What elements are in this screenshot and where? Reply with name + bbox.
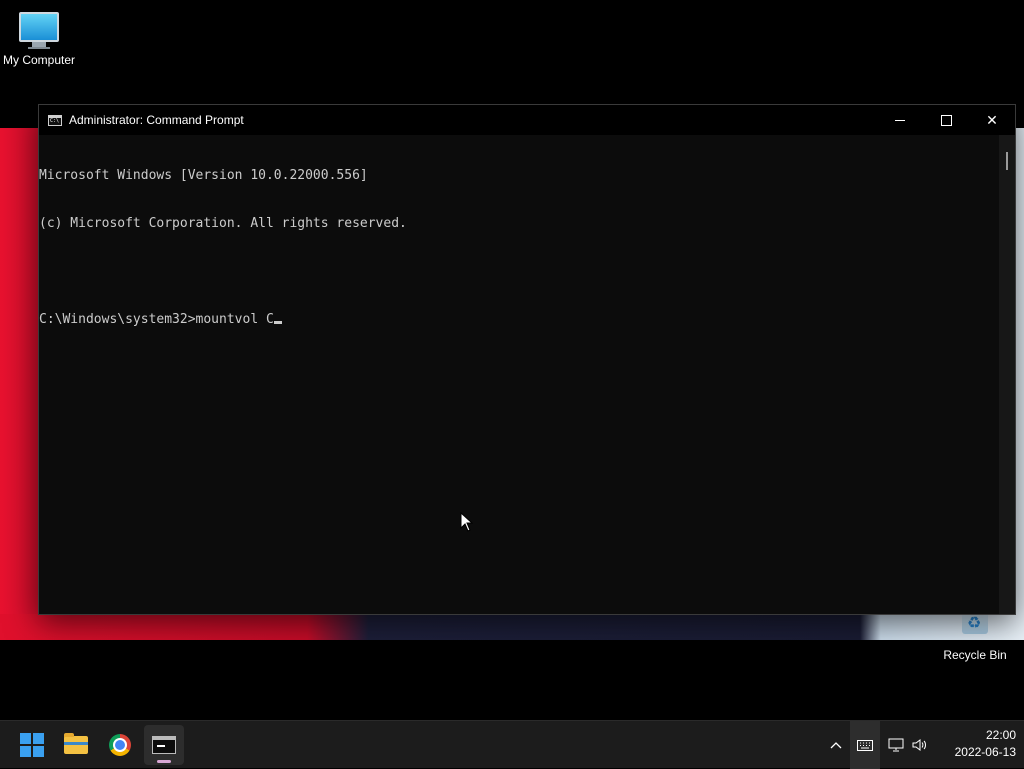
wallpaper-strip xyxy=(0,614,1024,640)
clock-date: 2022-06-13 xyxy=(954,745,1016,759)
cmd-icon xyxy=(152,736,176,754)
taskbar: 22:00 2022-06-13 xyxy=(0,720,1024,769)
desktop-icon-label: Recycle Bin xyxy=(943,648,1007,662)
desktop-icon-recycle-bin[interactable]: Recycle Bin xyxy=(936,612,1014,662)
chrome-icon xyxy=(109,734,131,756)
console-input[interactable]: C:\Windows\system32>mountvol C xyxy=(39,312,274,327)
scrollbar-thumb[interactable] xyxy=(1006,152,1008,170)
start-button[interactable] xyxy=(12,725,52,765)
show-hidden-icons-button[interactable] xyxy=(824,730,848,760)
desktop-icon-label: My Computer xyxy=(2,53,76,67)
chevron-up-icon xyxy=(830,742,842,749)
text-cursor xyxy=(273,321,282,324)
console-line: Microsoft Windows [Version 10.0.22000.55… xyxy=(39,168,368,183)
clock-time: 22:00 xyxy=(985,728,1016,742)
keyboard-icon xyxy=(857,739,873,751)
folder-icon xyxy=(64,733,88,754)
network-icon xyxy=(888,738,904,752)
taskbar-clock[interactable]: 22:00 2022-06-13 xyxy=(940,727,1016,761)
computer-icon-base xyxy=(28,47,50,49)
window-controls: ✕ xyxy=(877,105,1015,135)
windows-start-icon xyxy=(20,733,44,757)
computer-icon xyxy=(19,12,59,42)
keyboard-button[interactable] xyxy=(850,721,880,769)
network-button[interactable] xyxy=(884,730,908,760)
window-titlebar[interactable]: Administrator: Command Prompt ✕ xyxy=(39,105,1015,135)
recycle-bin-icon xyxy=(962,612,988,634)
command-prompt-window[interactable]: Administrator: Command Prompt ✕ Microsof… xyxy=(38,104,1016,615)
close-button[interactable]: ✕ xyxy=(969,105,1015,135)
taskbar-chrome[interactable] xyxy=(100,725,140,765)
taskbar-file-explorer[interactable] xyxy=(56,725,96,765)
console-output[interactable]: Microsoft Windows [Version 10.0.22000.55… xyxy=(39,135,999,614)
active-app-indicator xyxy=(157,760,171,763)
mouse-pointer-icon xyxy=(460,512,474,532)
vertical-scrollbar[interactable] xyxy=(999,135,1015,614)
system-tray xyxy=(824,721,932,769)
minimize-button[interactable] xyxy=(877,105,923,135)
close-icon: ✕ xyxy=(986,111,998,128)
desktop-icon-my-computer[interactable]: My Computer xyxy=(0,8,78,67)
taskbar-command-prompt[interactable] xyxy=(144,725,184,765)
volume-icon xyxy=(912,739,926,751)
cmd-icon xyxy=(48,114,62,126)
window-title: Administrator: Command Prompt xyxy=(69,113,244,127)
console-prompt-line[interactable]: C:\Windows\system32>mountvol C xyxy=(39,312,999,328)
console-line: (c) Microsoft Corporation. All rights re… xyxy=(39,216,407,231)
volume-button[interactable] xyxy=(908,730,932,760)
maximize-button[interactable] xyxy=(923,105,969,135)
